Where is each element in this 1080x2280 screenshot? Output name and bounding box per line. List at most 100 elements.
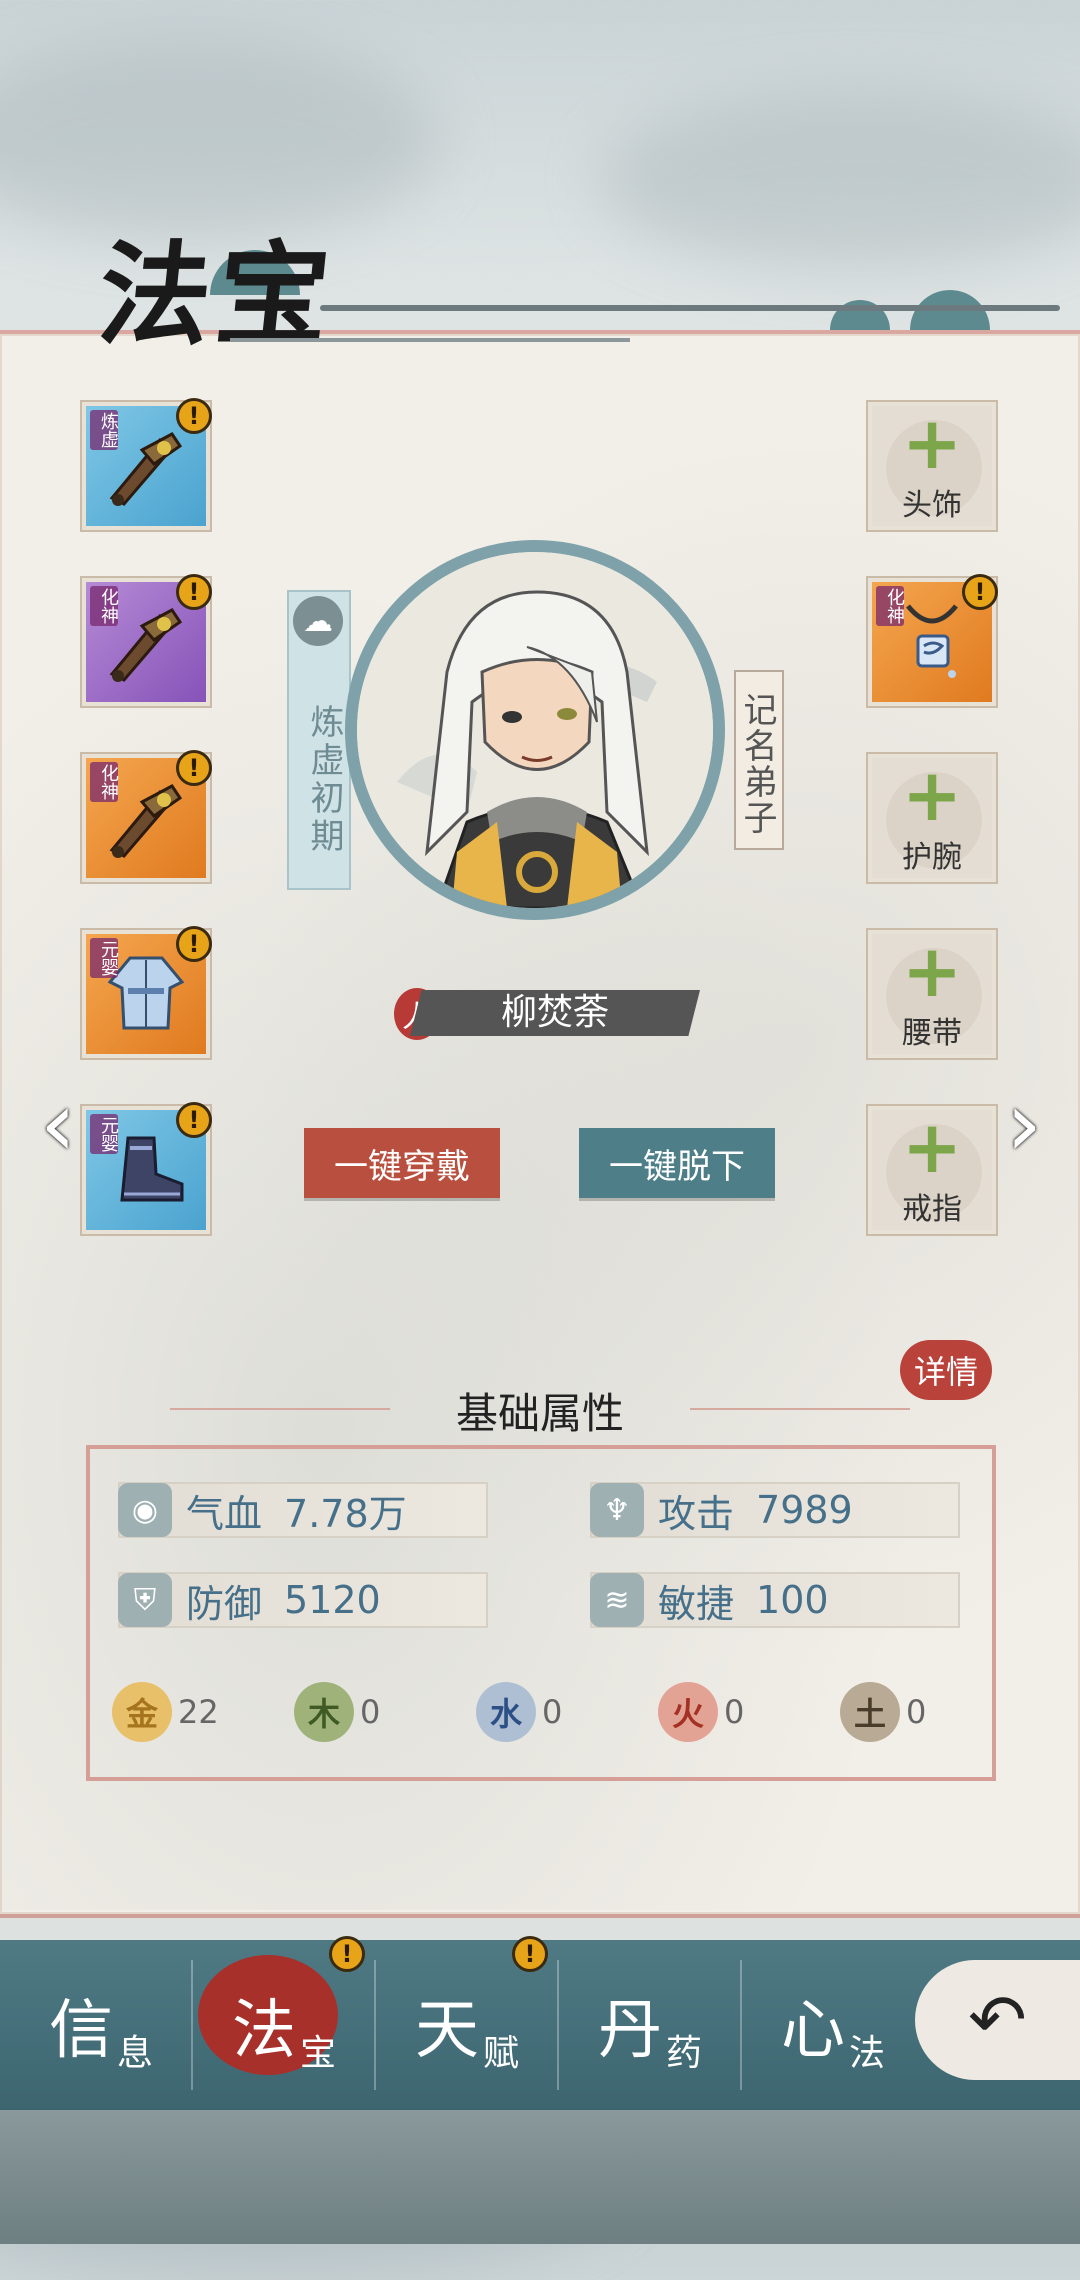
left-equipment-slot-3[interactable]: 化神! [82, 750, 212, 882]
add-plus-icon: + [901, 929, 963, 1013]
tab-label-main: 心 [780, 1994, 845, 2068]
element-value: 22 [178, 1693, 219, 1731]
agility-value: 100 [756, 1578, 829, 1622]
attack-value: 7989 [756, 1488, 853, 1532]
item-rank-tag: 化神 [90, 586, 119, 626]
left-equipment-slot-2[interactable]: 化神! [82, 574, 212, 706]
slot-label: 护腕 [902, 840, 962, 875]
element-1: 金 22 [112, 1682, 219, 1742]
sword-hilt-icon: ♆ [590, 1483, 644, 1537]
hp-stat: ◉ 气血 7.78万 [118, 1482, 488, 1538]
character-portrait[interactable] [345, 540, 725, 920]
item-rank-tag: 元婴 [90, 1114, 119, 1154]
alert-icon: ! [176, 574, 212, 610]
element-value: 0 [542, 1693, 563, 1731]
tab-label-main: 法 [231, 1994, 296, 2068]
next-character-arrow-icon[interactable]: › [994, 1075, 1054, 1175]
tab-separator [191, 1960, 193, 2090]
prev-character-arrow-icon[interactable]: ‹ [28, 1075, 88, 1175]
tab-label-main: 信 [48, 1994, 113, 2068]
item-rank-tag: 化神 [876, 586, 905, 626]
nav-tab-2[interactable]: 法宝! [193, 1936, 375, 2110]
alert-icon: ! [176, 926, 212, 962]
equip-all-button[interactable]: 一键穿戴 [304, 1128, 500, 1198]
element-glyph-icon: 金 [112, 1682, 172, 1742]
blood-drop-icon: ◉ [118, 1483, 172, 1537]
add-plus-icon: + [901, 1105, 963, 1189]
agility-label: 敏捷 [658, 1581, 735, 1626]
tab-separator [740, 1960, 742, 2090]
slot-label: 头饰 [902, 488, 962, 523]
element-glyph-icon: 火 [658, 1682, 718, 1742]
details-button[interactable]: 详情 [900, 1340, 992, 1400]
alert-icon: ! [962, 574, 998, 610]
nav-footer-scenery [0, 2110, 1080, 2244]
element-value: 0 [724, 1693, 745, 1731]
right-equipment-slot-5[interactable]: + 戒指 [868, 1106, 996, 1234]
slot-label: 戒指 [902, 1192, 962, 1227]
left-equipment-slot-4[interactable]: 元婴! [82, 926, 212, 1058]
element-value: 0 [906, 1693, 927, 1731]
nav-tab-5[interactable]: 心法 [742, 1940, 924, 2110]
item-rank-tag: 炼虚 [90, 410, 119, 450]
item-rank-tag: 化神 [90, 762, 119, 802]
attack-stat: ♆ 攻击 7989 [590, 1482, 960, 1538]
back-arrow-icon: ↶ [968, 1979, 1027, 2061]
element-glyph-icon: 木 [294, 1682, 354, 1742]
add-plus-icon: + [901, 753, 963, 837]
alert-icon: ! [176, 750, 212, 786]
back-button[interactable]: ↶ [915, 1960, 1080, 2080]
item-rank-tag: 元婴 [90, 938, 119, 978]
alert-icon: ! [329, 1936, 365, 1972]
character-name: 柳焚荼 [410, 990, 700, 1036]
element-glyph-icon: 土 [840, 1682, 900, 1742]
element-4: 火0 [658, 1682, 744, 1742]
tab-label-sub: 药 [665, 2033, 702, 2074]
right-equipment-slot-3[interactable]: + 护腕 [868, 754, 996, 882]
alert-icon: ! [512, 1936, 548, 1972]
element-value: 0 [360, 1693, 381, 1731]
tab-label-sub: 宝 [299, 2033, 336, 2074]
tab-separator [557, 1960, 559, 2090]
tab-label-main: 丹 [597, 1994, 662, 2068]
element-3: 水0 [476, 1682, 562, 1742]
tab-label-sub: 赋 [482, 2033, 519, 2074]
tab-label-main: 天 [414, 1994, 479, 2068]
hp-label: 气血 [186, 1491, 263, 1536]
right-equipment-slot-2[interactable]: 化神! [868, 574, 998, 706]
nav-tab-3[interactable]: 天赋! [376, 1936, 558, 2110]
alert-icon: ! [176, 398, 212, 434]
element-2: 木0 [294, 1682, 380, 1742]
left-equipment-slot-5[interactable]: 元婴! [82, 1102, 212, 1234]
realm-label: 炼虚初期 [304, 704, 344, 856]
right-equipment-slot-4[interactable]: + 腰带 [868, 930, 996, 1058]
wind-icon: ≋ [590, 1573, 644, 1627]
page-title: 法宝 [92, 230, 342, 361]
defense-stat: ⛨ 防御 5120 [118, 1572, 488, 1628]
cloud-badge-icon: ☁ [293, 596, 343, 646]
nav-tab-1[interactable]: 信息 [10, 1940, 192, 2110]
alert-icon: ! [176, 1102, 212, 1138]
title-underline [230, 338, 630, 342]
attack-label: 攻击 [658, 1491, 735, 1536]
slot-label: 腰带 [902, 1016, 962, 1051]
add-plus-icon: + [901, 401, 963, 485]
title-underline [320, 305, 1060, 311]
tab-separator [374, 1960, 376, 2090]
disciple-title-tag: 记名弟子 [734, 670, 784, 850]
element-5: 土0 [840, 1682, 926, 1742]
unequip-all-button[interactable]: 一键脱下 [579, 1128, 775, 1198]
hp-value: 7.78万 [284, 1491, 407, 1536]
element-glyph-icon: 水 [476, 1682, 536, 1742]
shield-icon: ⛨ [118, 1573, 172, 1627]
right-equipment-slot-1[interactable]: + 头饰 [868, 402, 996, 530]
tab-label-sub: 法 [848, 2033, 885, 2074]
agility-stat: ≋ 敏捷 100 [590, 1572, 960, 1628]
tab-label-sub: 息 [116, 2033, 153, 2074]
character-illustration [357, 552, 713, 908]
defense-value: 5120 [284, 1578, 381, 1622]
defense-label: 防御 [186, 1581, 263, 1626]
mist-cloud [600, 90, 1080, 270]
nav-tab-4[interactable]: 丹药 [559, 1940, 741, 2110]
left-equipment-slot-1[interactable]: 炼虚! [82, 398, 212, 530]
